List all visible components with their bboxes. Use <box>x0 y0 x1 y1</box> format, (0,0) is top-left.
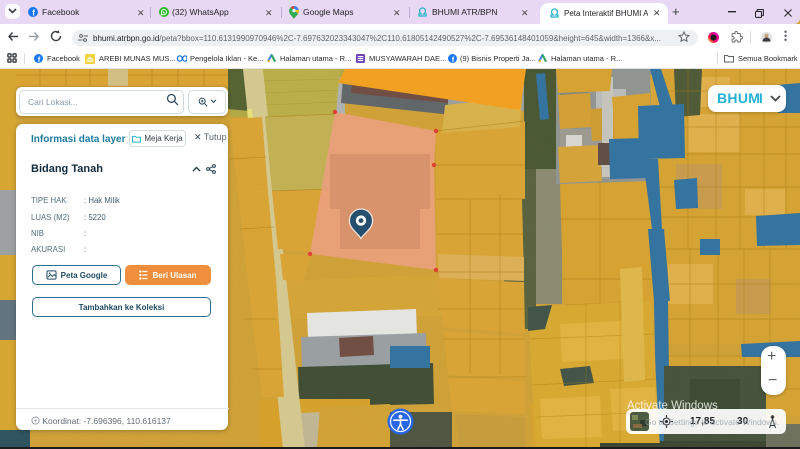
svg-text:f: f <box>32 9 35 17</box>
